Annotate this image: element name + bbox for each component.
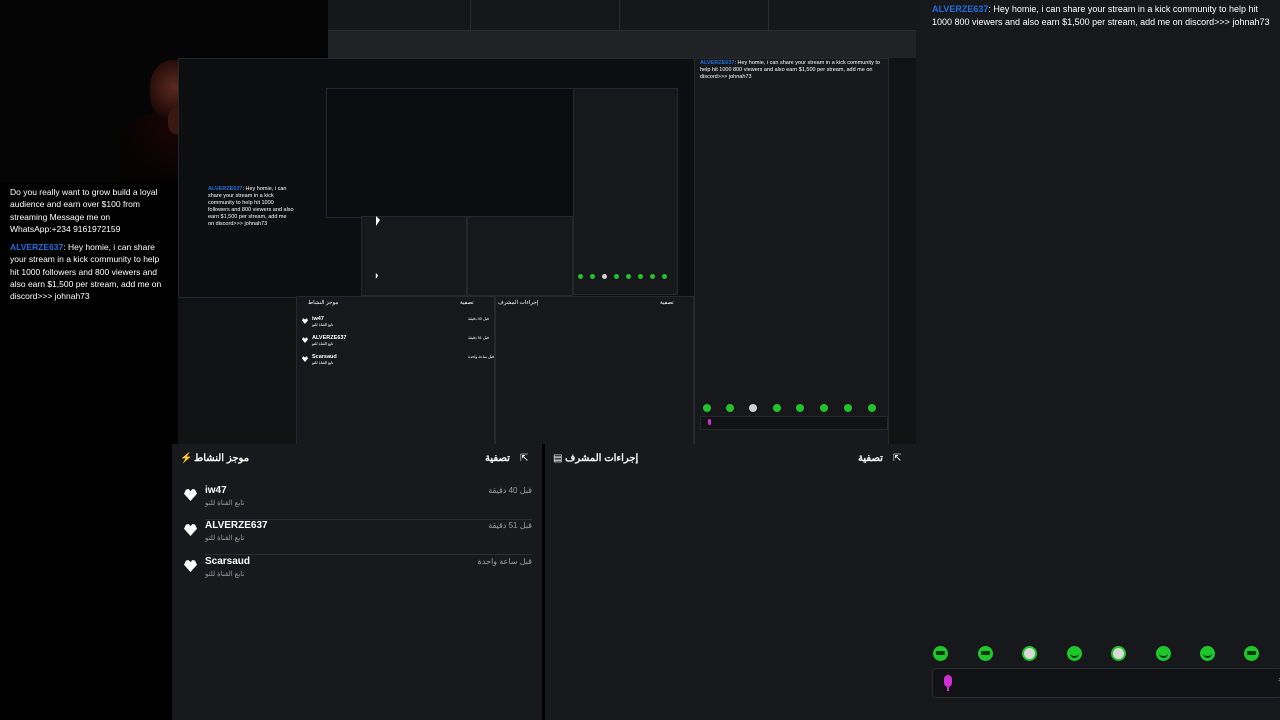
emote-icon — [726, 404, 734, 412]
emote-icon[interactable] — [1200, 646, 1215, 661]
emote-icon[interactable] — [1067, 646, 1082, 661]
toolbar-divider — [619, 0, 620, 30]
overlay-chat-message: ALVERZE637: Hey homie, i can share your … — [10, 241, 168, 302]
preview-mod-nested — [467, 216, 573, 296]
preview-feed-action: تابع القناة للتو — [312, 323, 334, 327]
top-toolbar — [328, 0, 916, 31]
preview-chat-username: ALVERZE637 — [700, 60, 735, 66]
mod-actions-title: إجراءات المشرف — [565, 453, 639, 464]
preview-overlay-username: ALVERZE637 — [208, 186, 243, 192]
mouse-cursor — [376, 216, 380, 226]
emote-icon — [773, 404, 781, 412]
emote-icon — [662, 274, 667, 279]
preview-feed-user: ALVERZE637 — [312, 335, 347, 341]
emote-icon — [703, 404, 711, 412]
emote-icon — [578, 274, 583, 279]
activity-time: قبل ساعة واحدة — [477, 557, 532, 566]
emote-icon — [844, 404, 852, 412]
emote-icon — [868, 404, 876, 412]
chat-username[interactable]: ALVERZE637 — [932, 4, 988, 14]
activity-action: تابع القناة للتو — [205, 535, 245, 542]
expand-icon[interactable]: ⇱ — [893, 453, 901, 464]
activity-feed-panel: ⚡ موجز النشاط تصفية ⇱ iw47 تابع القناة ل… — [172, 444, 542, 720]
preview-feed-time: قبل 51 دقيقة — [468, 336, 489, 340]
preview-mod-panel — [495, 296, 694, 444]
emote-icon — [650, 274, 655, 279]
emote-icon[interactable] — [1156, 646, 1171, 661]
emote-bar — [930, 646, 1270, 664]
chat-message: ALVERZE637: Hey homie, i can share your … — [932, 3, 1280, 28]
activity-username[interactable]: ALVERZE637 — [205, 520, 268, 531]
emote-icon — [638, 274, 643, 279]
preview-feed-time: قبل 40 دقيقة — [468, 317, 489, 321]
preview-overlay-chat: ALVERZE637: Hey homie, i can share your … — [208, 186, 294, 228]
preview-feed-user: Scarsaud — [312, 354, 337, 360]
shield-icon: ▤ — [553, 453, 563, 464]
heart-icon — [184, 489, 197, 501]
activity-item: ALVERZE637 تابع القناة للتو قبل 51 دقيقة — [172, 519, 542, 555]
activity-time: قبل 51 دقيقة — [488, 521, 532, 530]
activity-item: Scarsaud تابع القناة للتو قبل ساعة واحدة — [172, 555, 542, 589]
sub-toolbar — [328, 31, 916, 58]
emote-icon — [614, 274, 619, 279]
activity-item: iw47 تابع القناة للتو قبل 40 دقيقة — [172, 484, 542, 520]
activity-action: تابع القناة للتو — [205, 571, 245, 578]
emote-icon[interactable] — [1244, 646, 1259, 661]
preview-chat-input — [700, 416, 888, 430]
chat-panel: ALVERZE637: Hey homie, i can share your … — [916, 0, 1280, 720]
emote-icon — [590, 274, 595, 279]
preview-activity-nested — [361, 216, 467, 296]
emote-icon — [749, 404, 757, 412]
activity-feed-title: موجز النشاط — [194, 453, 250, 464]
toolbar-divider — [768, 0, 769, 30]
preview-feed-action: تابع القناة للتو — [312, 342, 334, 346]
overlay-chat-message: Do you really want to grow build a loyal… — [10, 187, 158, 234]
bolt-icon: ⚡ — [180, 453, 193, 464]
preview-frame-nested — [326, 88, 575, 218]
activity-action: تابع القناة للتو — [205, 500, 245, 507]
activity-username[interactable]: iw47 — [205, 485, 227, 496]
heart-icon — [184, 524, 197, 536]
activity-username[interactable]: Scarsaud — [205, 556, 250, 567]
mic-icon — [708, 419, 711, 425]
preview-overlay-text: : Hey homie, i can share your stream in … — [208, 186, 294, 227]
emote-icon[interactable] — [933, 646, 948, 661]
skull-emote-icon[interactable] — [1111, 646, 1126, 661]
emote-icon — [626, 274, 631, 279]
emote-icon[interactable] — [978, 646, 993, 661]
preview-activity-panel — [296, 296, 495, 444]
preview-mod-filter: تصفية — [660, 300, 674, 306]
overlay-chat-username: ALVERZE637 — [10, 242, 64, 253]
mod-filter-button[interactable]: تصفية — [858, 453, 883, 464]
preview-feed-action: تابع القناة للتو — [312, 361, 334, 365]
expand-icon[interactable]: ⇱ — [520, 453, 528, 464]
preview-activity-title: موجز النشاط — [308, 300, 339, 306]
emote-icon — [820, 404, 828, 412]
stream-preview: ALVERZE637: Hey homie, i can share your … — [178, 58, 916, 444]
activity-time: قبل 40 دقيقة — [488, 486, 532, 495]
preview-chat-message: ALVERZE637: Hey homie, i can share your … — [700, 60, 886, 81]
preview-chat-panel — [694, 58, 889, 444]
mod-actions-panel: ▤ إجراءات المشرف تصفية ⇱ — [545, 444, 917, 720]
heart-icon — [184, 560, 197, 572]
overlay-chat: Do you really want to grow build a loyal… — [0, 182, 178, 720]
emote-icon — [602, 274, 607, 279]
toolbar-divider — [470, 0, 471, 30]
skull-emote-icon[interactable] — [1022, 646, 1037, 661]
preview-activity-filter: تصفية — [460, 300, 474, 306]
mouse-cursor — [375, 273, 379, 279]
preview-mod-title: إجراءات المشرف — [498, 300, 539, 306]
chat-input[interactable]: د — [932, 668, 1280, 698]
emote-icon — [796, 404, 804, 412]
preview-feed-time: قبل ساعة واحدة — [468, 355, 494, 359]
preview-feed-user: iw47 — [312, 316, 324, 322]
preview-chat-nested — [573, 88, 678, 295]
mic-icon[interactable] — [944, 675, 952, 691]
activity-filter-button[interactable]: تصفية — [485, 453, 510, 464]
